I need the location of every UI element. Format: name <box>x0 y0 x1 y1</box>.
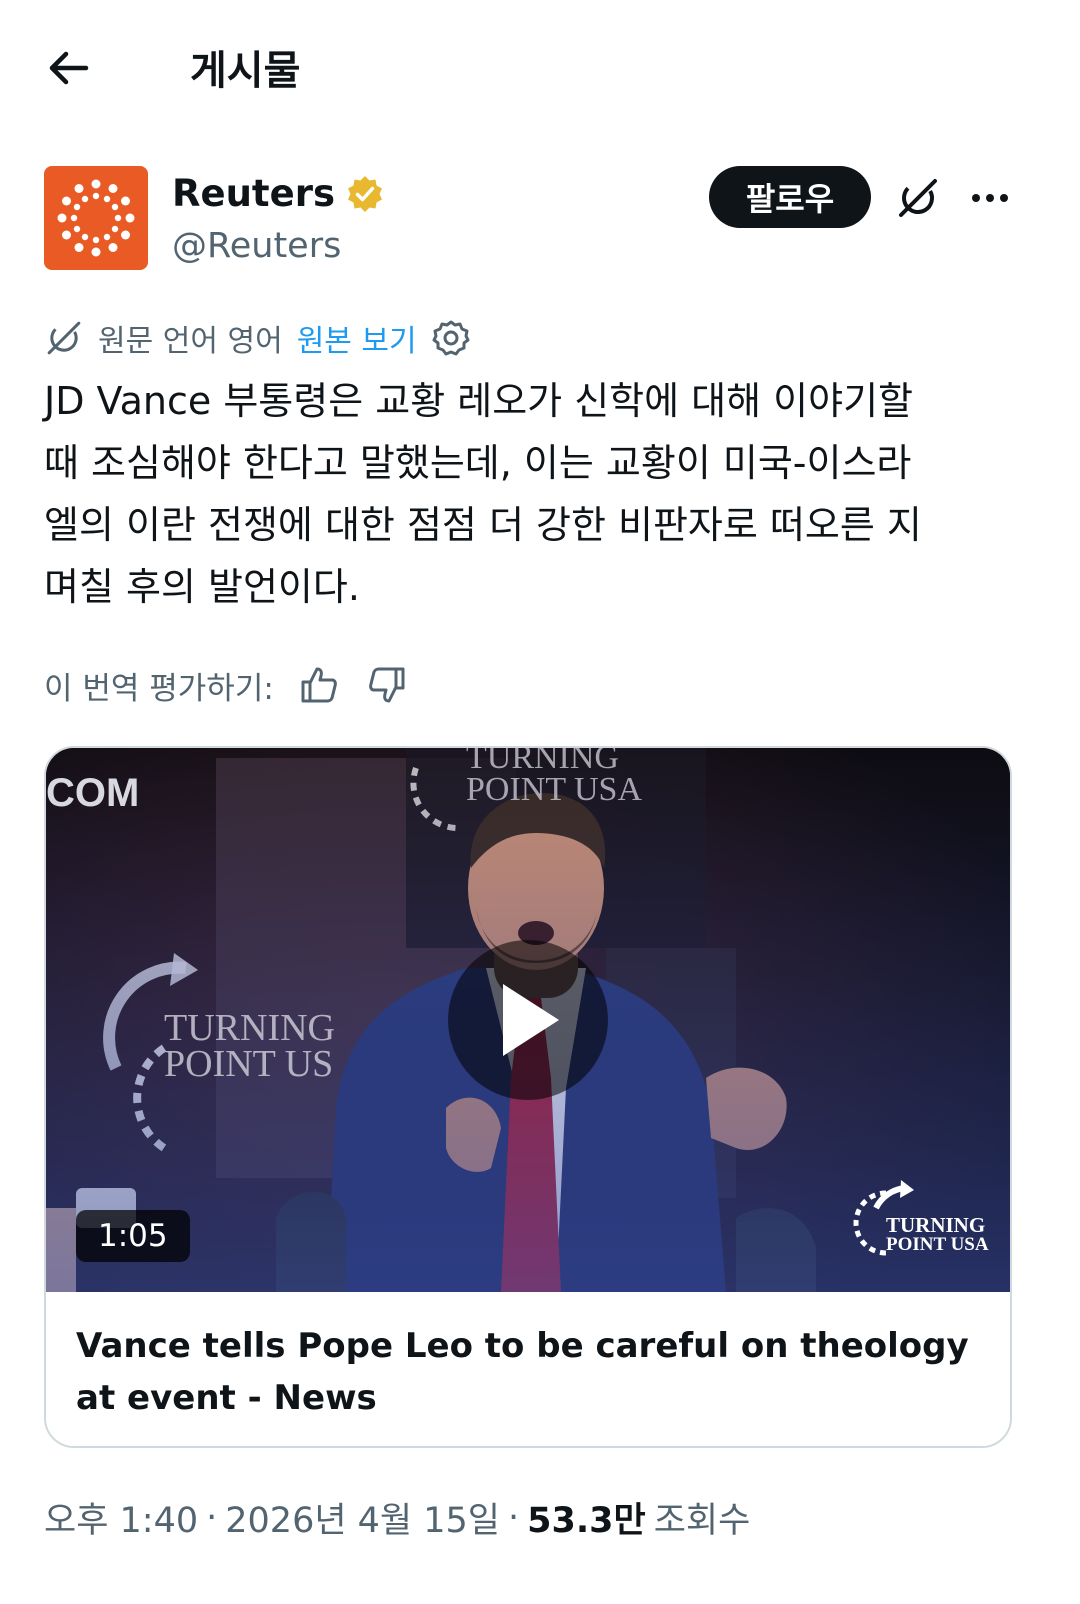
author-row: Reuters @Reuters 팔로우 <box>44 166 1044 276</box>
play-icon <box>503 984 559 1056</box>
meta-separator: · <box>206 1497 218 1538</box>
settings-icon <box>432 320 470 356</box>
top-bar: 게시물 <box>0 0 1080 130</box>
thumbs-up-icon <box>301 667 337 703</box>
page-title: 게시물 <box>190 48 301 94</box>
back-arrow-icon <box>49 51 89 85</box>
display-name[interactable]: Reuters <box>172 172 385 215</box>
grok-icon <box>899 179 937 217</box>
video-thumbnail[interactable]: COM TURNING POINT USA TURNING POINT US T… <box>46 748 1010 1292</box>
follow-button[interactable]: 팔로우 <box>709 166 871 228</box>
video-text-com: COM <box>46 771 139 815</box>
video-duration: 1:05 <box>76 1210 190 1262</box>
rate-translation-label: 이 번역 평가하기: <box>44 670 274 707</box>
translation-info: 원문 언어 영어 원본 보기 <box>44 316 471 360</box>
source-language-label: 원문 언어 영어 <box>98 324 283 359</box>
translation-settings-button[interactable] <box>431 318 471 358</box>
rate-translation: 이 번역 평가하기: <box>44 662 410 708</box>
thumbs-down-button[interactable] <box>364 662 410 708</box>
post-text: JD Vance 부통령은 교황 레오가 신학에 대해 이야기할 때 조심해야 … <box>44 379 922 609</box>
show-original-link[interactable]: 원본 보기 <box>297 316 417 360</box>
post-time[interactable]: 오후 1:40 <box>44 1492 198 1543</box>
views-label: 조회수 <box>653 1501 751 1541</box>
verified-badge-icon <box>347 175 382 212</box>
views-count[interactable]: 53.3만 <box>527 1492 646 1543</box>
more-button[interactable] <box>964 172 1016 224</box>
more-icon <box>972 194 1008 202</box>
thumbs-down-icon <box>368 667 405 703</box>
display-name-text: Reuters <box>172 172 335 215</box>
card-title: Vance tells Pope Leo to be careful on th… <box>76 1326 969 1418</box>
translate-icon <box>47 321 81 355</box>
play-button[interactable] <box>448 940 608 1100</box>
video-text-right-2: POINT USA <box>886 1234 989 1255</box>
reuters-logo-icon <box>57 179 135 257</box>
video-text-left-2: POINT US <box>164 1043 333 1085</box>
thumbs-up-button[interactable] <box>296 662 342 708</box>
post-meta: 오후 1:40 · 2026년 4월 15일 · 53.3만 조회수 <box>44 1492 750 1543</box>
meta-separator: · <box>508 1497 520 1538</box>
video-text-top-2: POINT USA <box>466 771 642 808</box>
card-footer[interactable]: Vance tells Pope Leo to be careful on th… <box>46 1292 1010 1446</box>
back-button[interactable] <box>40 40 96 96</box>
avatar[interactable] <box>44 166 148 270</box>
grok-button[interactable] <box>892 172 944 224</box>
post-date[interactable]: 2026년 4월 15일 <box>225 1492 500 1543</box>
link-card[interactable]: COM TURNING POINT USA TURNING POINT US T… <box>44 746 1012 1448</box>
handle[interactable]: @Reuters <box>172 226 341 266</box>
